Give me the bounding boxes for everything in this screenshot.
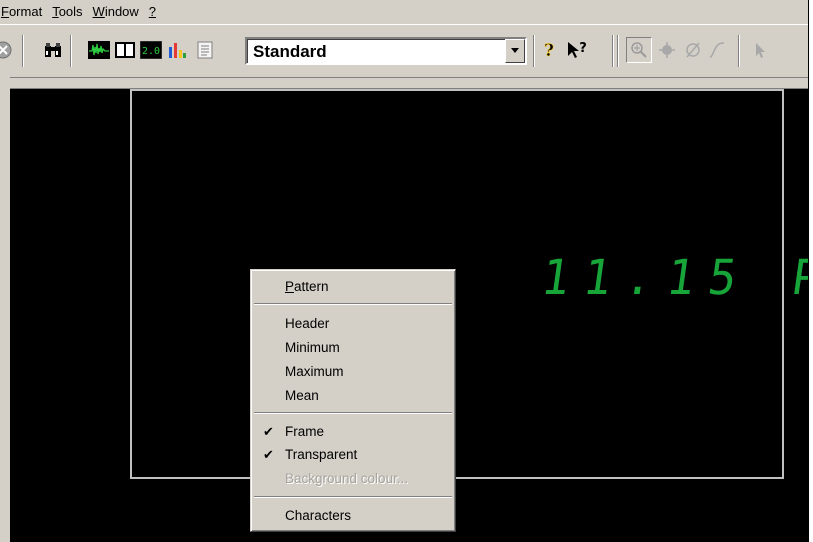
menu-item-frame[interactable]: Frame: [285, 423, 324, 441]
digital-reading: 11.15 PA: [538, 248, 813, 306]
binoculars-icon[interactable]: [42, 39, 64, 61]
crosshair-icon[interactable]: [656, 39, 678, 61]
toolbar-separator: [70, 35, 72, 67]
menu-separator: [254, 303, 452, 305]
menu-separator: [254, 496, 452, 498]
svg-text:?: ?: [579, 41, 587, 56]
check-icon: ✔: [263, 424, 274, 439]
mode-select-value: Standard: [253, 42, 327, 61]
svg-text:?: ?: [544, 41, 554, 60]
menu-help[interactable]: ?: [144, 3, 161, 21]
context-menu: Pattern Header Minimum Maximum Mean ✔ Fr…: [250, 269, 456, 532]
menu-item-pattern[interactable]: Pattern: [285, 278, 329, 296]
mode-select[interactable]: Standard: [245, 37, 527, 65]
check-icon: ✔: [263, 447, 274, 462]
toolbar: 2.0 Standard ? ?: [0, 24, 808, 80]
menu-item-maximum[interactable]: Maximum: [285, 363, 344, 381]
menu-item-transparent[interactable]: Transparent: [285, 446, 357, 464]
pointer-icon[interactable]: [750, 39, 772, 61]
menu-bar: Format Tools Window ?: [0, 0, 808, 24]
menu-item-background-colour: Background colour...: [285, 471, 409, 486]
menu-item-minimum[interactable]: Minimum: [285, 339, 340, 357]
menu-item-characters[interactable]: Characters: [285, 507, 351, 525]
zoom-icon[interactable]: [626, 37, 652, 63]
curve-icon[interactable]: [706, 39, 728, 61]
menu-separator: [254, 412, 452, 414]
window-edge: [808, 0, 813, 542]
menu-tools[interactable]: Tools: [47, 3, 87, 21]
toolbar-separator: [738, 35, 740, 67]
waveform-icon[interactable]: [88, 39, 110, 61]
bar-chart-icon[interactable]: [166, 39, 188, 61]
menu-item-mean[interactable]: Mean: [285, 387, 319, 405]
toolbar-separator: [617, 35, 619, 67]
stop-icon[interactable]: [0, 39, 14, 61]
dropdown-arrow-icon[interactable]: [505, 39, 525, 63]
book-icon[interactable]: [114, 39, 136, 61]
menu-item-header[interactable]: Header: [285, 315, 329, 333]
notepad-icon[interactable]: [194, 39, 216, 61]
toolbar-separator: [22, 35, 24, 67]
null-icon[interactable]: [682, 39, 704, 61]
digital-display-badge: 2.0: [142, 46, 160, 57]
digital-display-icon[interactable]: 2.0: [140, 39, 162, 61]
toolbar-separator: [612, 35, 614, 67]
whats-this-icon[interactable]: ?: [566, 39, 588, 61]
menu-format[interactable]: Format: [0, 3, 47, 21]
help-icon[interactable]: ?: [538, 39, 560, 61]
menu-window[interactable]: Window: [88, 3, 144, 21]
toolbar-separator: [533, 35, 535, 67]
